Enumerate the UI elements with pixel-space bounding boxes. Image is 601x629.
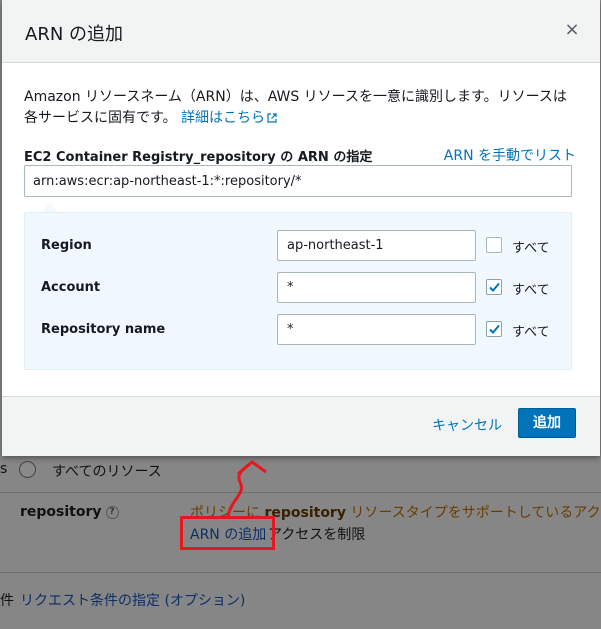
annotation-arrow (226, 460, 267, 517)
